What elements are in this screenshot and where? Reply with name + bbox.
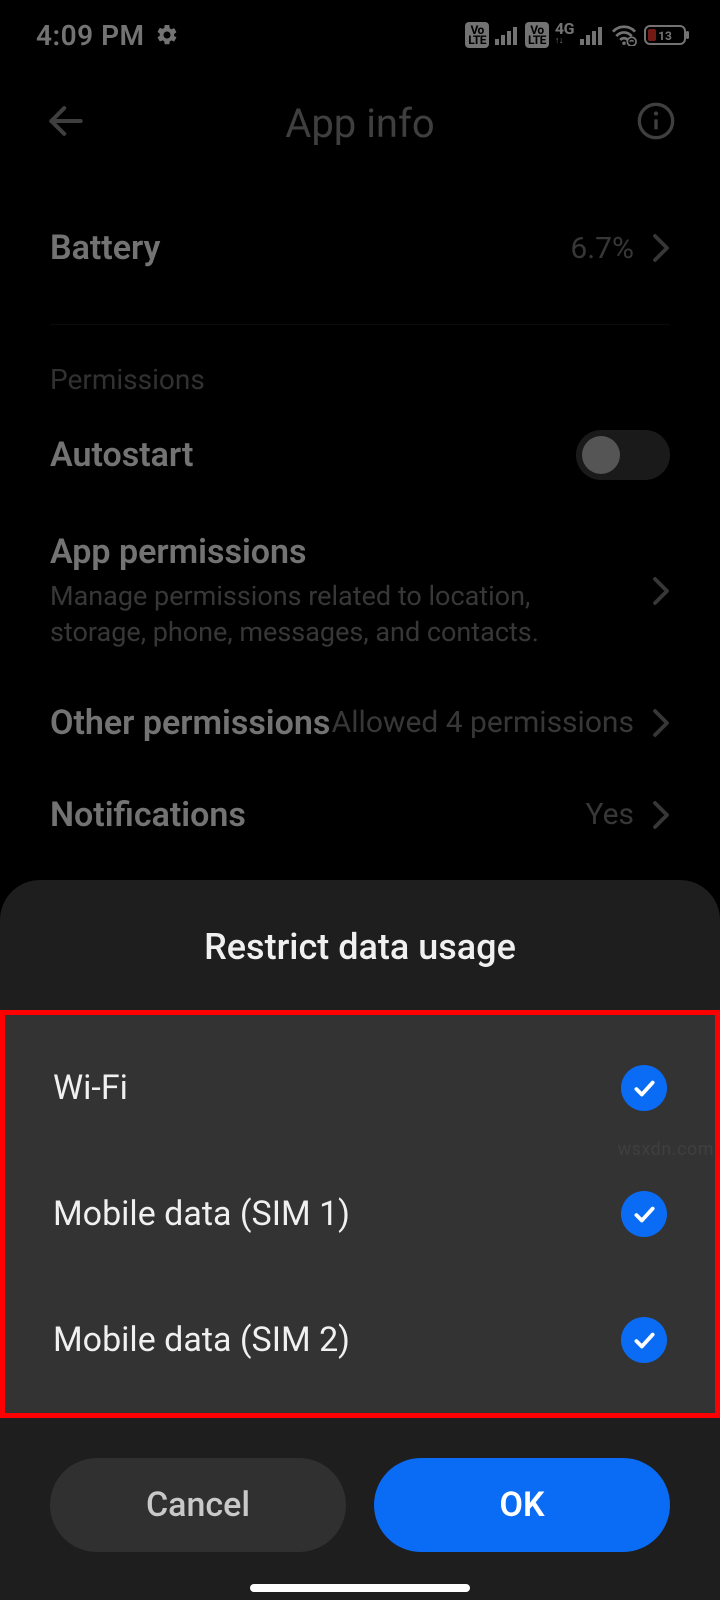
checkbox-checked-icon[interactable]: [621, 1317, 667, 1363]
watermark: wsxdn.com: [618, 1139, 714, 1160]
checkbox-checked-icon[interactable]: [621, 1065, 667, 1111]
dialog-buttons: Cancel OK: [0, 1418, 720, 1600]
checkbox-checked-icon[interactable]: [621, 1191, 667, 1237]
dialog-options-highlight: Wi-Fi Mobile data (SIM 1) Mobile data (S…: [0, 1010, 720, 1418]
dialog-title: Restrict data usage: [0, 880, 720, 1010]
option-mobile-data-sim1[interactable]: Mobile data (SIM 1): [5, 1151, 715, 1277]
home-indicator[interactable]: [250, 1584, 470, 1592]
option-label: Mobile data (SIM 1): [53, 1194, 350, 1234]
cancel-button[interactable]: Cancel: [50, 1458, 346, 1552]
option-mobile-data-sim2[interactable]: Mobile data (SIM 2): [5, 1277, 715, 1403]
option-label: Mobile data (SIM 2): [53, 1320, 350, 1360]
ok-button[interactable]: OK: [374, 1458, 670, 1552]
option-label: Wi-Fi: [53, 1068, 128, 1108]
option-wifi[interactable]: Wi-Fi: [5, 1025, 715, 1151]
restrict-data-usage-dialog: Restrict data usage Wi-Fi Mobile data (S…: [0, 880, 720, 1600]
